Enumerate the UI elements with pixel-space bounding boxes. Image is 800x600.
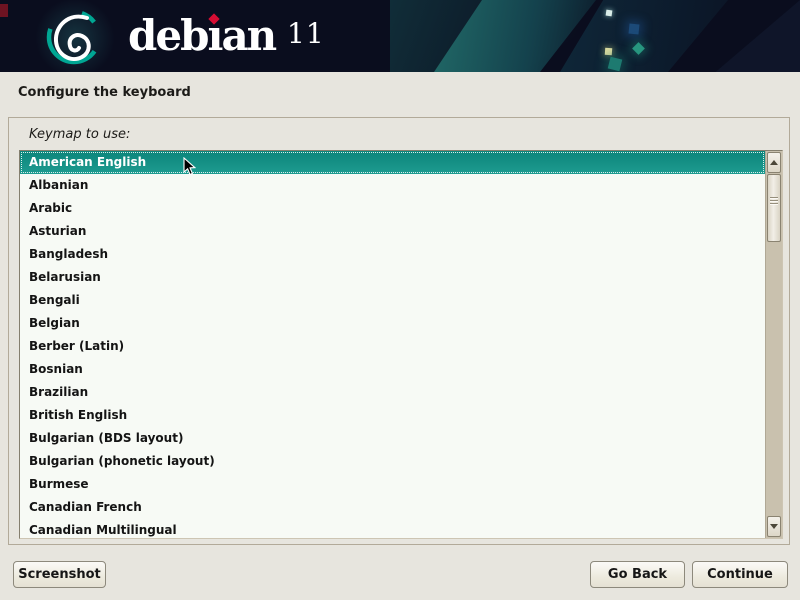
keymap-frame: Keymap to use: American EnglishAlbanianA… [8,117,790,545]
debian-swirl-logo-icon [44,7,104,67]
chevron-up-icon [770,160,778,165]
keymap-option[interactable]: Asturian [20,220,765,243]
debian-diamond-dot-icon [209,13,220,24]
keymap-option[interactable]: Berber (Latin) [20,335,765,358]
keymap-option[interactable]: Arabic [20,197,765,220]
scrollbar[interactable] [765,151,782,538]
scrollbar-down-button[interactable] [767,516,781,537]
keymap-option[interactable]: Bangladesh [20,243,765,266]
keymap-option[interactable]: Brazilian [20,381,765,404]
brand-wordmark: debıan [128,8,275,64]
keymap-option[interactable]: Bengali [20,289,765,312]
chevron-down-icon [770,524,778,529]
banner-square-white [606,10,613,17]
mouse-cursor-icon [183,157,196,176]
banner-corner-accent [0,4,8,17]
keymap-listbox: American EnglishAlbanianArabicAsturianBa… [19,150,783,539]
scrollbar-up-button[interactable] [767,152,781,173]
installer-banner: debıan 11 [0,0,800,72]
keymap-label: Keymap to use: [29,127,130,142]
scrollbar-grip-icon [768,197,780,206]
brand-version: 11 [287,17,325,50]
continue-button[interactable]: Continue [692,561,788,588]
keymap-option[interactable]: Canadian French [20,496,765,519]
banner-square-blue [629,24,640,35]
keymap-option[interactable]: Albanian [20,174,765,197]
keymap-option[interactable]: Bulgarian (BDS layout) [20,427,765,450]
keymap-option[interactable]: Burmese [20,473,765,496]
keymap-option[interactable]: Belarusian [20,266,765,289]
keymap-list: American EnglishAlbanianArabicAsturianBa… [20,151,765,538]
keymap-option[interactable]: Belgian [20,312,765,335]
keymap-option[interactable]: American English [20,151,765,174]
keymap-option[interactable]: Bosnian [20,358,765,381]
keymap-option[interactable]: Bulgarian (phonetic layout) [20,450,765,473]
brand-letter-i: ı [207,8,221,64]
keymap-option[interactable]: British English [20,404,765,427]
page-title: Configure the keyboard [18,85,191,100]
screenshot-button[interactable]: Screenshot [13,561,106,588]
go-back-button[interactable]: Go Back [590,561,685,588]
banner-square-yellow [605,48,612,55]
keymap-option[interactable]: Canadian Multilingual [20,519,765,538]
scrollbar-thumb[interactable] [767,174,781,242]
